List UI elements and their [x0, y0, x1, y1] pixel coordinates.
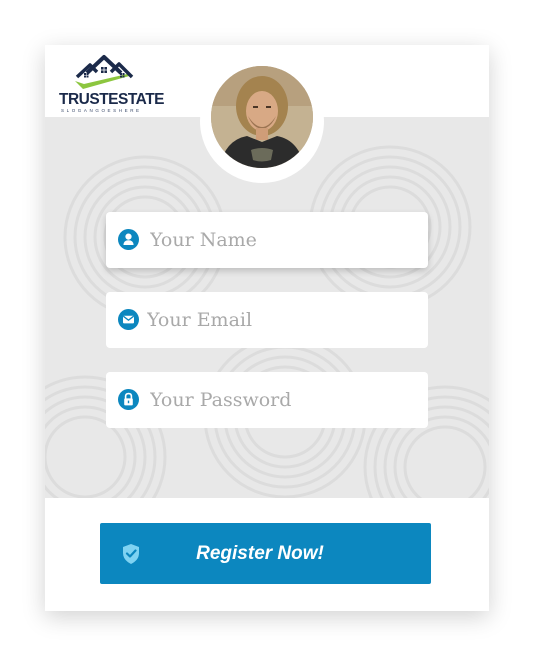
name-field	[106, 212, 428, 268]
email-field	[106, 292, 428, 348]
lock-icon	[118, 389, 139, 410]
shield-check-icon	[123, 544, 139, 564]
email-input[interactable]	[147, 292, 407, 348]
envelope-icon	[118, 309, 139, 330]
avatar[interactable]	[211, 66, 313, 168]
user-icon	[118, 229, 139, 250]
password-field	[106, 372, 428, 428]
register-button[interactable]: Register Now!	[100, 523, 431, 584]
brand-name: TRUSTESTATE	[59, 91, 165, 108]
password-input[interactable]	[150, 372, 410, 428]
brand-logo: TRUSTESTATE SLOGANGOESHERE	[59, 51, 165, 113]
register-button-label: Register Now!	[196, 543, 324, 564]
brand-slogan: SLOGANGOESHERE	[61, 108, 142, 113]
house-logo-icon	[75, 55, 134, 89]
name-input[interactable]	[150, 212, 410, 268]
user-photo-icon	[211, 66, 313, 168]
register-card: TRUSTESTATE SLOGANGOESHERE Your Name You…	[45, 45, 489, 611]
